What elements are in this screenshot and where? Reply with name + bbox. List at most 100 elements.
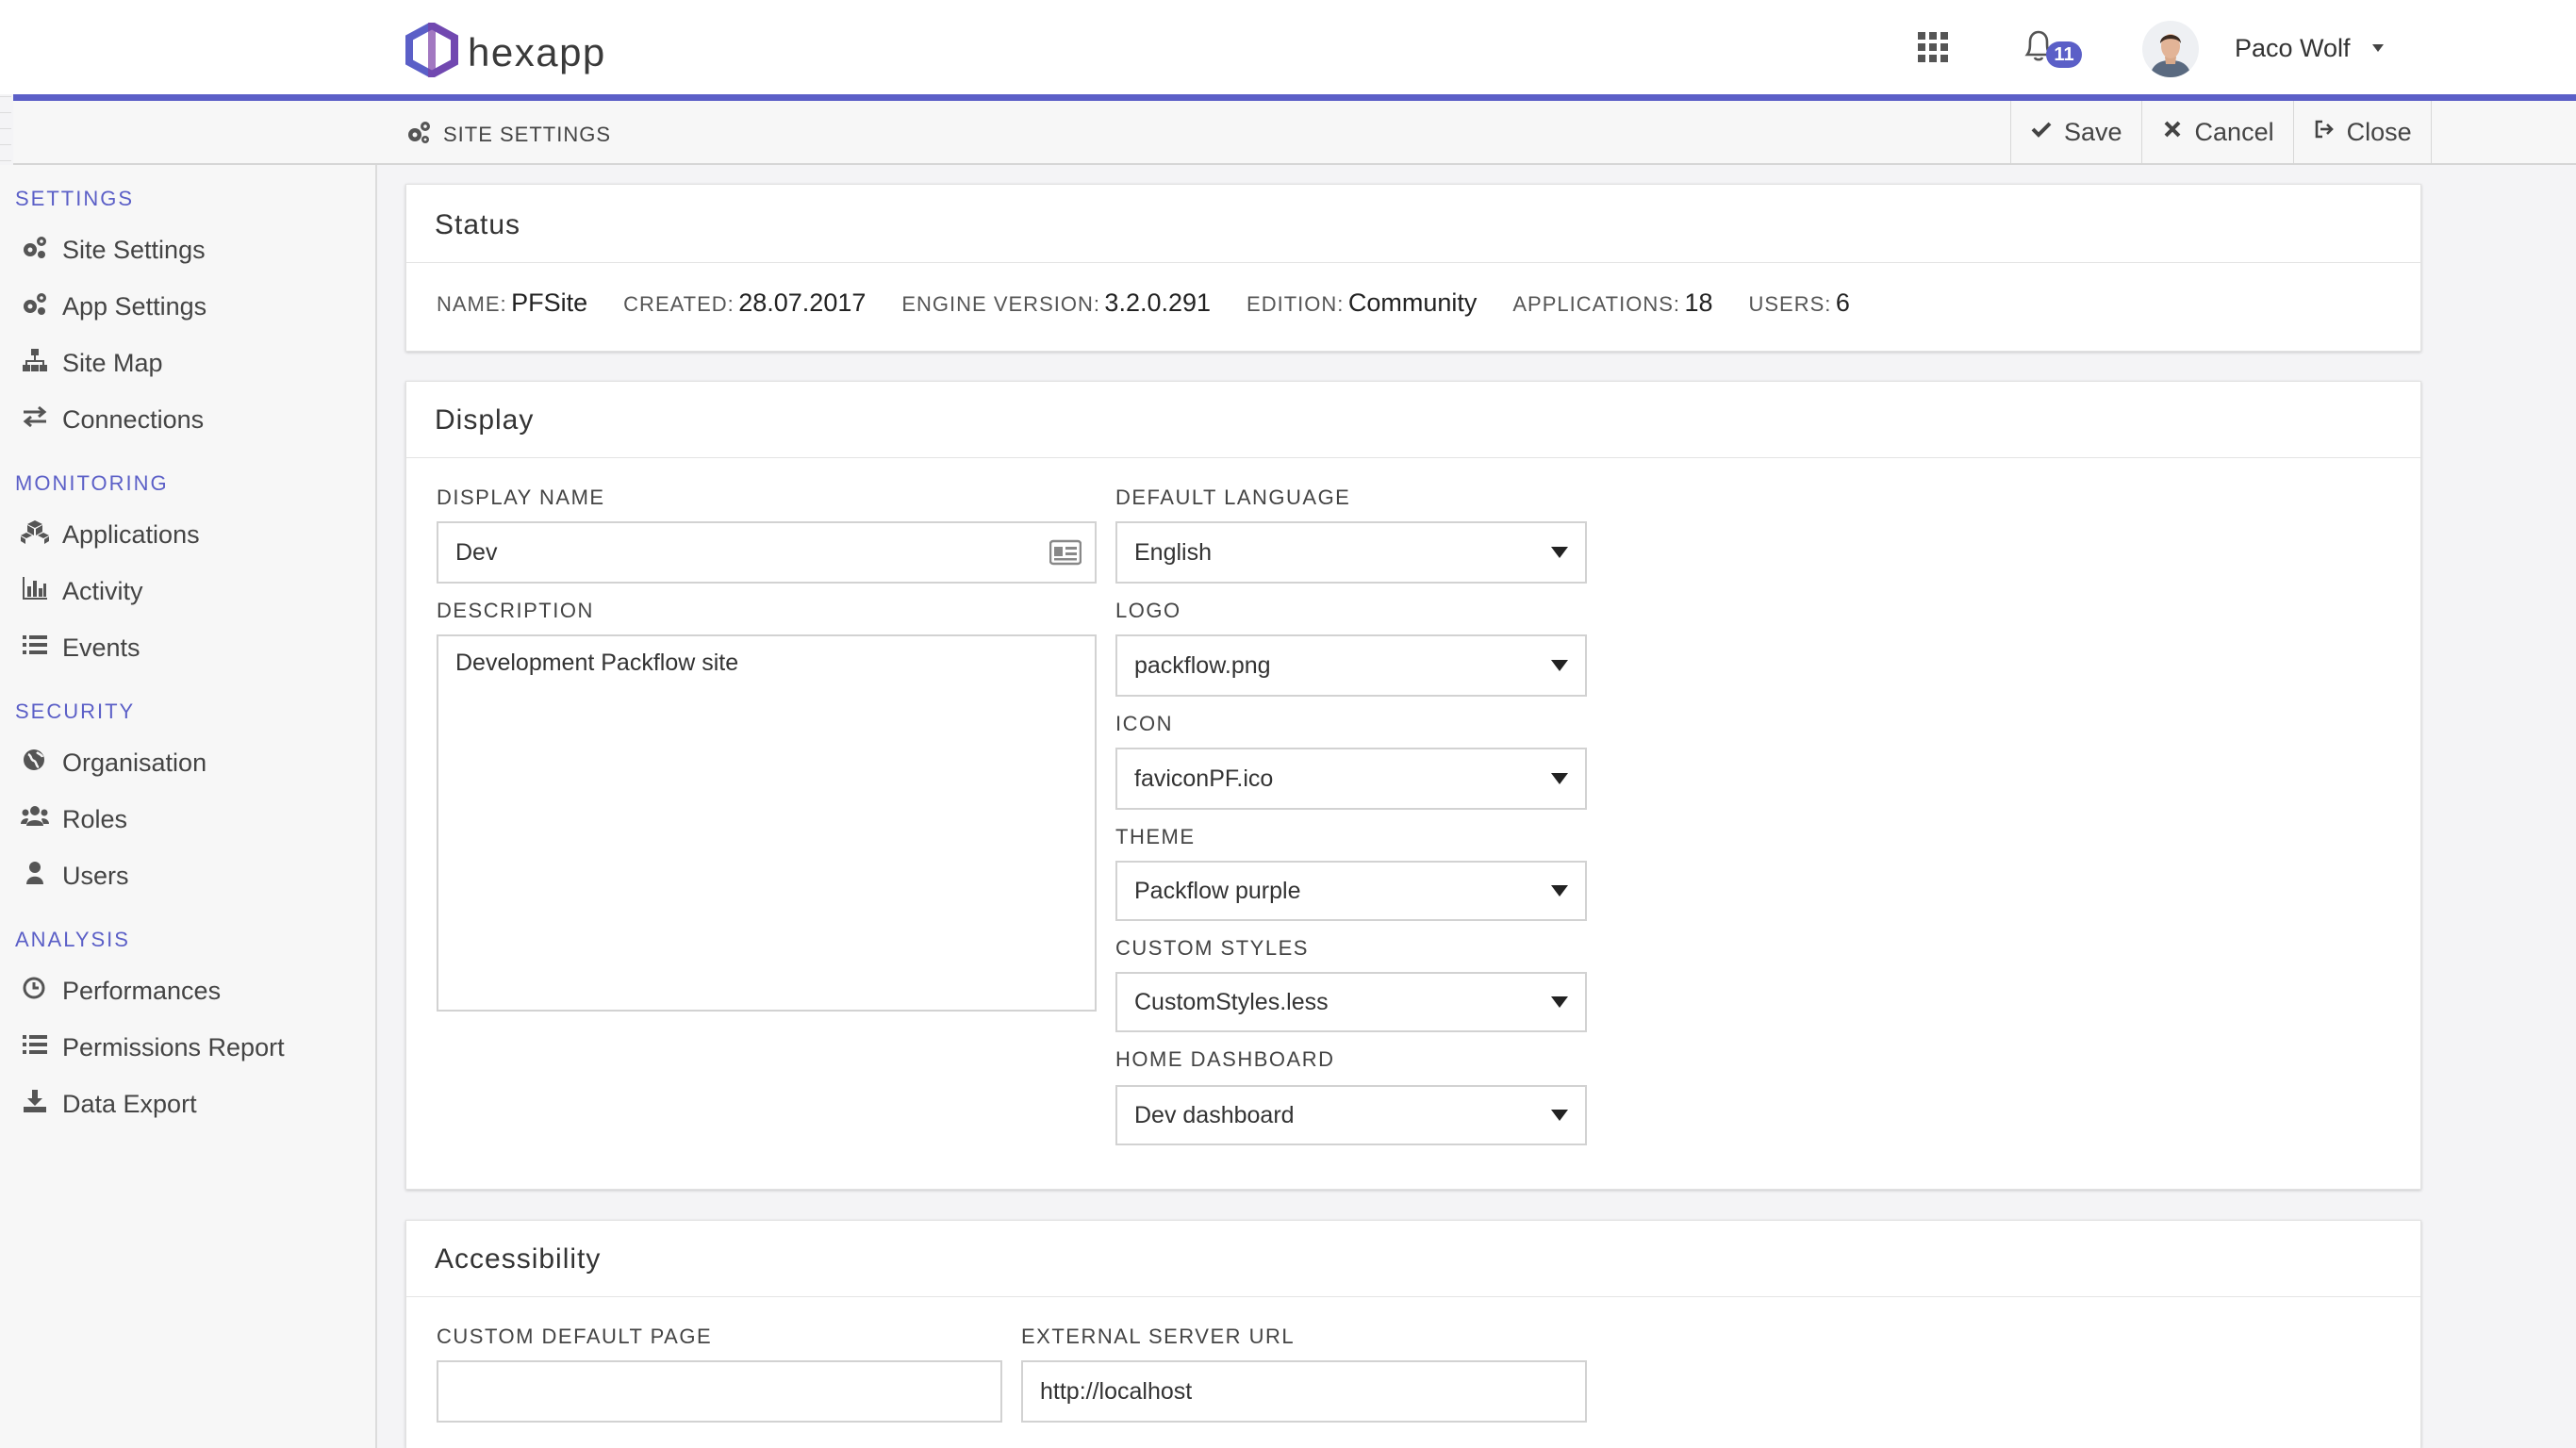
cubes-icon: [21, 518, 49, 551]
sign-out-icon: [2313, 118, 2336, 147]
sidebar-item-site-map[interactable]: Site Map: [21, 347, 163, 380]
theme-label: THEME: [1115, 825, 1196, 848]
applications-label: APPLICATIONS:: [1512, 292, 1680, 316]
applications-value: 18: [1684, 288, 1713, 317]
chevron-down-icon: [1551, 885, 1568, 897]
chevron-down-icon: [1551, 660, 1568, 671]
custom-default-page-input[interactable]: [437, 1360, 1002, 1423]
user-name[interactable]: Paco Wolf: [2235, 34, 2351, 63]
apps-grid-icon[interactable]: [1918, 32, 1948, 62]
clock-icon: [21, 975, 49, 1008]
bar-chart-icon: [21, 575, 49, 608]
sidebar-item-label: App Settings: [62, 292, 207, 321]
sidebar-item-label: Performances: [62, 977, 222, 1005]
list-icon: [21, 1031, 49, 1064]
custom-styles-select[interactable]: CustomStyles.less: [1115, 972, 1587, 1032]
accent-line: [13, 94, 2576, 101]
sidebar-section-settings: SETTINGS: [15, 187, 135, 210]
sidebar-item-permissions-report[interactable]: Permissions Report: [21, 1031, 285, 1064]
sidebar-item-app-settings[interactable]: App Settings: [21, 290, 206, 323]
custom-styles-label: CUSTOM STYLES: [1115, 936, 1309, 960]
display-card: Display DISPLAY NAME Dev DESCRIPTION Dev…: [405, 381, 2421, 1190]
status-card: Status NAME: PFSite CREATED: 28.07.2017 …: [405, 184, 2421, 352]
cancel-button[interactable]: Cancel: [2140, 101, 2293, 163]
name-label: NAME:: [437, 292, 507, 316]
custom-default-page-label: CUSTOM DEFAULT PAGE: [437, 1325, 713, 1348]
created-value: 28.07.2017: [738, 288, 867, 317]
display-name-label: DISPLAY NAME: [437, 485, 605, 509]
sidebar-item-organisation[interactable]: Organisation: [21, 747, 206, 780]
chevron-down-icon: [1551, 1110, 1568, 1121]
sidebar-item-events[interactable]: Events: [21, 632, 140, 665]
chevron-down-icon: [1551, 996, 1568, 1008]
external-server-url-label: EXTERNAL SERVER URL: [1021, 1325, 1296, 1348]
users-value: 6: [1835, 288, 1850, 317]
check-icon: [2030, 118, 2053, 147]
download-icon: [21, 1088, 49, 1121]
sidebar-item-label: Users: [62, 862, 129, 890]
notifications-button[interactable]: 11: [2022, 28, 2088, 70]
sidebar-item-label: Activity: [62, 577, 143, 605]
sidebar-item-label: Applications: [62, 520, 200, 549]
card-divider: [406, 457, 2420, 458]
cancel-button-label: Cancel: [2194, 117, 2274, 146]
sidebar-section-analysis: ANALYSIS: [15, 928, 130, 951]
gears-icon: [21, 290, 49, 323]
home-dashboard-value: Dev dashboard: [1134, 1101, 1295, 1128]
save-button-label: Save: [2064, 117, 2122, 146]
sitemap-icon: [21, 347, 49, 380]
card-divider: [406, 262, 2420, 263]
sidebar-section-security: SECURITY: [15, 699, 136, 723]
created-label: CREATED:: [623, 292, 735, 316]
sidebar-item-activity[interactable]: Activity: [21, 575, 143, 608]
sidebar-item-label: Organisation: [62, 749, 207, 777]
toolbar-actions: Save Cancel Close: [2010, 101, 2432, 163]
app-logo[interactable]: hexapp: [405, 19, 606, 82]
sidebar-item-connections[interactable]: Connections: [21, 403, 204, 436]
default-language-select[interactable]: English: [1115, 521, 1587, 584]
sidebar-item-performances[interactable]: Performances: [21, 975, 221, 1008]
sidebar-item-label: Roles: [62, 805, 128, 833]
close-button-label: Close: [2346, 117, 2412, 146]
display-name-value: Dev: [455, 538, 498, 566]
card-divider: [406, 1296, 2420, 1297]
description-value: Development Packflow site: [455, 650, 739, 676]
edition-label: EDITION:: [1247, 292, 1345, 316]
engine-version-value: 3.2.0.291: [1104, 288, 1212, 317]
icon-label: ICON: [1115, 712, 1173, 735]
sidebar-item-users[interactable]: Users: [21, 860, 129, 893]
theme-select[interactable]: Packflow purple: [1115, 861, 1587, 921]
user-icon: [21, 860, 49, 893]
sidebar-item-roles[interactable]: Roles: [21, 803, 127, 836]
id-card-icon: [1049, 539, 1082, 566]
sidebar-item-label: Events: [62, 634, 140, 662]
accessibility-card: Accessibility CUSTOM DEFAULT PAGE EXTERN…: [405, 1220, 2421, 1448]
globe-icon: [21, 747, 49, 780]
external-server-url-input[interactable]: http://localhost: [1021, 1360, 1587, 1423]
sidebar-item-applications[interactable]: Applications: [21, 518, 200, 551]
app-name: hexapp: [468, 29, 606, 74]
display-name-input[interactable]: Dev: [437, 521, 1097, 584]
theme-value: Packflow purple: [1134, 877, 1301, 904]
icon-select[interactable]: faviconPF.ico: [1115, 748, 1587, 810]
users-icon: [21, 803, 49, 836]
list-icon: [21, 632, 49, 665]
logo-label: LOGO: [1115, 599, 1181, 622]
description-textarea[interactable]: Development Packflow site: [437, 634, 1097, 1012]
sidebar-item-label: Connections: [62, 405, 205, 434]
sidebar-item-data-export[interactable]: Data Export: [21, 1088, 197, 1121]
hexagon-logo-icon: [405, 19, 458, 82]
page-title-text: SITE SETTINGS: [443, 123, 612, 146]
user-menu-caret-icon[interactable]: [2370, 41, 2386, 53]
home-dashboard-label: HOME DASHBOARD: [1115, 1047, 1335, 1071]
name-value: PFSite: [511, 288, 588, 317]
avatar[interactable]: [2142, 21, 2199, 77]
sidebar-section-monitoring: MONITORING: [15, 471, 169, 495]
save-button[interactable]: Save: [2010, 101, 2141, 163]
sidebar-item-site-settings[interactable]: Site Settings: [21, 234, 206, 267]
sidebar-item-label: Data Export: [62, 1090, 197, 1118]
logo-select[interactable]: packflow.png: [1115, 634, 1587, 697]
home-dashboard-select[interactable]: Dev dashboard: [1115, 1085, 1587, 1145]
gears-icon: [21, 234, 49, 267]
close-button[interactable]: Close: [2292, 101, 2432, 163]
